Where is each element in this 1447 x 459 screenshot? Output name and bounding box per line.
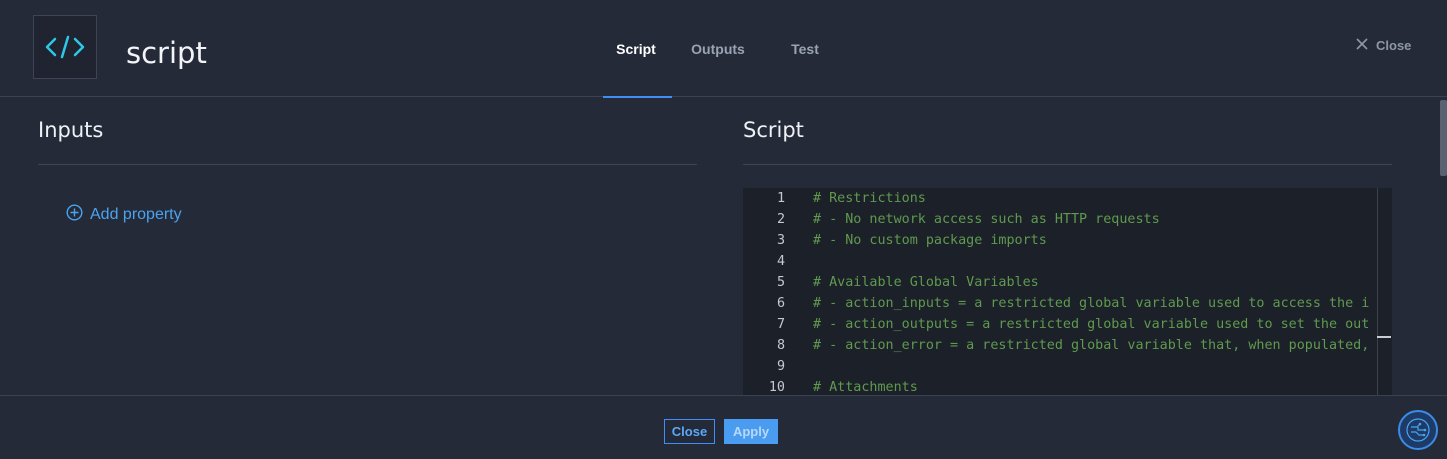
close-button-top[interactable]: Close bbox=[1356, 38, 1411, 53]
tab-test[interactable]: Test bbox=[764, 0, 846, 97]
line-number: 8 bbox=[776, 338, 785, 353]
code-text[interactable] bbox=[785, 251, 1373, 272]
code-line[interactable]: 3 # - No custom package imports bbox=[743, 230, 1392, 251]
code-editor[interactable]: 1 # Restrictions 2 # - No network access su… bbox=[743, 188, 1392, 398]
inputs-panel: Inputs Add property bbox=[38, 98, 697, 223]
header-bar: script Script Outputs Test Close bbox=[0, 0, 1447, 98]
script-panel: Script 1 # Restrictions 2 # - No network ac… bbox=[743, 98, 1392, 398]
code-line[interactable]: 2 # - No network access such as HTTP requ… bbox=[743, 209, 1392, 230]
close-label: Close bbox=[1376, 38, 1412, 53]
close-button[interactable]: Close bbox=[664, 419, 715, 444]
page-scrollbar[interactable] bbox=[1440, 100, 1447, 176]
apply-button[interactable]: Apply bbox=[724, 419, 778, 444]
close-icon bbox=[1356, 38, 1368, 53]
line-number: 3 bbox=[776, 233, 785, 248]
editor-minimap-marker[interactable] bbox=[1377, 336, 1391, 338]
line-number: 2 bbox=[776, 212, 785, 227]
inputs-title: Inputs bbox=[38, 98, 697, 165]
tab-bar: Script Outputs Test bbox=[600, 0, 846, 98]
code-icon bbox=[33, 15, 97, 79]
line-number: 6 bbox=[776, 296, 785, 311]
code-text[interactable] bbox=[785, 356, 1373, 377]
editor-minimap-divider bbox=[1377, 188, 1378, 398]
footer-bar: Close Apply bbox=[0, 395, 1447, 459]
code-text[interactable]: # Available Global Variables bbox=[785, 272, 1373, 293]
add-property-button[interactable]: Add property bbox=[66, 204, 182, 226]
code-text[interactable]: # - action_inputs = a restricted global … bbox=[785, 293, 1373, 314]
line-number: 4 bbox=[776, 254, 785, 269]
code-line[interactable]: 7 # - action_outputs = a restricted globa… bbox=[743, 314, 1392, 335]
line-number: 7 bbox=[776, 317, 785, 332]
script-title: Script bbox=[743, 98, 1392, 165]
code-line[interactable]: 5 # Available Global Variables bbox=[743, 272, 1392, 293]
page-title: script bbox=[126, 36, 207, 70]
circuit-help-icon[interactable] bbox=[1398, 410, 1438, 450]
line-number: 9 bbox=[776, 359, 785, 374]
add-property-label: Add property bbox=[90, 206, 182, 223]
line-number: 1 bbox=[776, 191, 785, 206]
code-line[interactable]: 8 # - action_error = a restricted global … bbox=[743, 335, 1392, 356]
plus-circle-icon bbox=[66, 204, 83, 226]
code-text[interactable]: # Restrictions bbox=[785, 188, 1373, 209]
tab-outputs[interactable]: Outputs bbox=[672, 0, 764, 97]
code-line[interactable]: 9 bbox=[743, 356, 1392, 377]
line-number: 5 bbox=[776, 275, 785, 290]
code-text[interactable]: # - action_outputs = a restricted global… bbox=[785, 314, 1373, 335]
code-text[interactable]: # - action_error = a restricted global v… bbox=[785, 335, 1373, 356]
code-text[interactable]: # - No network access such as HTTP reque… bbox=[785, 209, 1373, 230]
tab-script[interactable]: Script bbox=[600, 0, 672, 98]
code-line[interactable]: 1 # Restrictions bbox=[743, 188, 1392, 209]
code-line[interactable]: 4 bbox=[743, 251, 1392, 272]
code-line[interactable]: 6 # - action_inputs = a restricted global… bbox=[743, 293, 1392, 314]
code-text[interactable]: # - No custom package imports bbox=[785, 230, 1373, 251]
